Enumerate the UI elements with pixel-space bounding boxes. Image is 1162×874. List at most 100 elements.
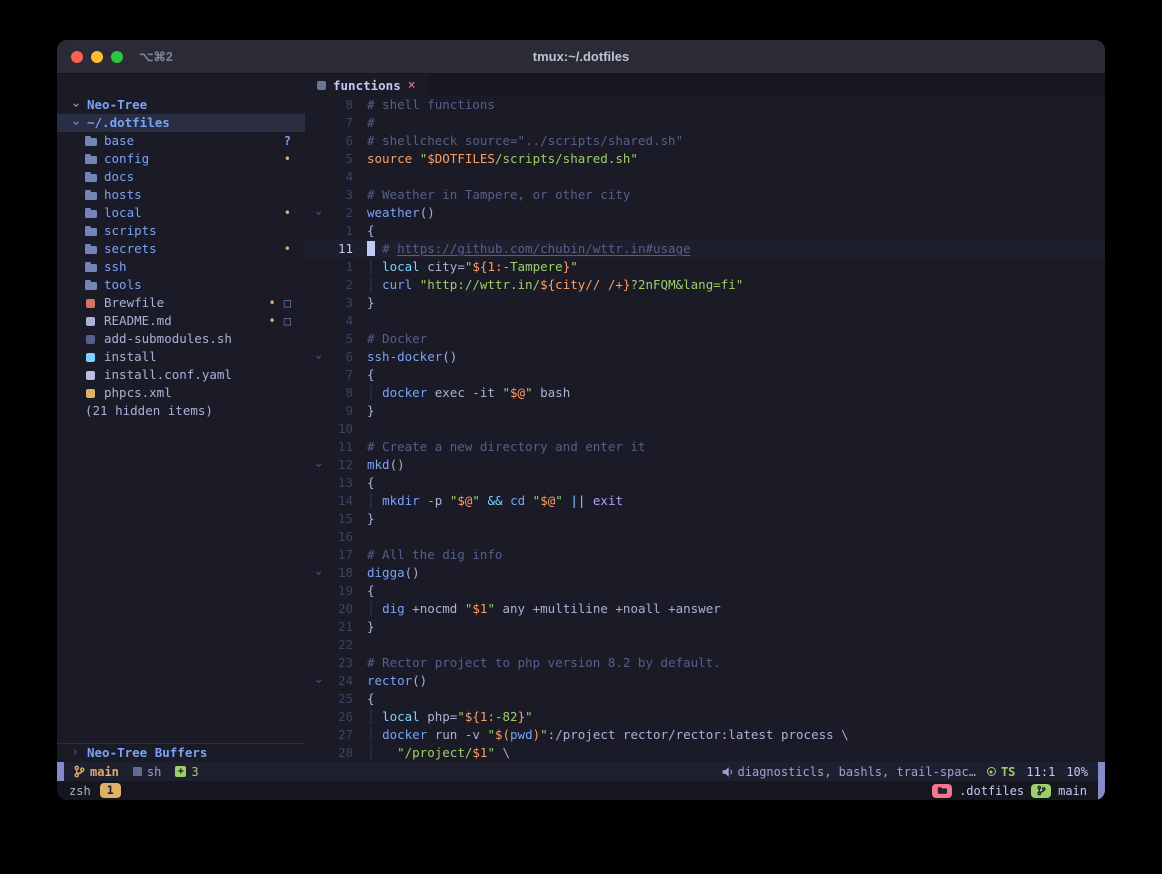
zoom-window-button[interactable]: [111, 51, 123, 63]
fold-column: [311, 132, 327, 150]
tree-item-scripts[interactable]: scripts: [57, 222, 305, 240]
tree-item-install-conf-yaml[interactable]: install.conf.yaml: [57, 366, 305, 384]
code-line[interactable]: 20│ dig +nocmd "$1" any +multiline +noal…: [305, 600, 1105, 618]
code-token: $DOTFILES: [427, 151, 495, 166]
fold-chevron-icon[interactable]: [310, 208, 328, 218]
code-line[interactable]: 17# All the dig info: [305, 546, 1105, 564]
fold-column: [311, 744, 327, 762]
tree-item-add-submodules-sh[interactable]: add-submodules.sh: [57, 330, 305, 348]
code-line[interactable]: 3}: [305, 294, 1105, 312]
code-line[interactable]: 8│ docker exec -it "$@" bash: [305, 384, 1105, 402]
fold-column: [311, 582, 327, 600]
window-titlebar: ⌥⌘2 tmux:~/.dotfiles: [57, 40, 1105, 74]
tab-functions[interactable]: functions ×: [305, 74, 428, 96]
code-line[interactable]: 10: [305, 420, 1105, 438]
code-token: "/project/: [397, 745, 472, 760]
readme-icon: [85, 315, 97, 327]
fold-chevron-icon[interactable]: [310, 460, 328, 470]
code-line[interactable]: 6# shellcheck source="../scripts/shared.…: [305, 132, 1105, 150]
code-line[interactable]: 18digga(): [305, 564, 1105, 582]
tree-item-local[interactable]: local•: [57, 204, 305, 222]
code-line[interactable]: 26│ local php="${1:-82}": [305, 708, 1105, 726]
tree-item-docs[interactable]: docs: [57, 168, 305, 186]
tree-item-brewfile[interactable]: Brewfile•□: [57, 294, 305, 312]
code-line[interactable]: 23# Rector project to php version 8.2 by…: [305, 654, 1105, 672]
tree-item-config[interactable]: config•: [57, 150, 305, 168]
code-line[interactable]: 1│ local city="${1:-Tampere}": [305, 258, 1105, 276]
code-token: cd: [510, 493, 525, 508]
code-token: php=: [420, 709, 458, 724]
fold-chevron-icon[interactable]: [310, 568, 328, 578]
line-text: │ docker run -v "$(pwd)":/project rector…: [353, 726, 849, 744]
code-token: ": [487, 745, 495, 760]
tmux-session-name: zsh: [69, 784, 91, 798]
code-token: ": [457, 709, 465, 724]
fold-chevron-icon[interactable]: [310, 352, 328, 362]
line-text: │ "/project/$1" \: [353, 744, 510, 762]
code-token: (): [420, 205, 435, 220]
code-line[interactable]: 15}: [305, 510, 1105, 528]
statusline-left-cap: [57, 762, 64, 781]
code-line[interactable]: 5source "$DOTFILES/scripts/shared.sh": [305, 150, 1105, 168]
code-line[interactable]: 22: [305, 636, 1105, 654]
lsp-servers-label: diagnosticls, bashls, trail-spac…: [738, 765, 976, 779]
code-line[interactable]: 2weather(): [305, 204, 1105, 222]
tree-item-phpcs-xml[interactable]: phpcs.xml: [57, 384, 305, 402]
line-text: │ local php="${1:-82}": [353, 708, 533, 726]
fold-chevron-icon[interactable]: [310, 676, 328, 686]
neotree-buffers-section[interactable]: Neo-Tree Buffers: [57, 744, 305, 762]
scroll-percent: 10%: [1066, 765, 1088, 779]
code-area[interactable]: 8# shell functions7#6# shellcheck source…: [305, 96, 1105, 762]
code-line[interactable]: 6ssh-docker(): [305, 348, 1105, 366]
line-text: weather(): [353, 204, 435, 222]
code-line[interactable]: 4: [305, 312, 1105, 330]
close-window-button[interactable]: [71, 51, 83, 63]
tree-item-hosts[interactable]: hosts: [57, 186, 305, 204]
code-token: {: [367, 583, 375, 598]
code-line[interactable]: 19{: [305, 582, 1105, 600]
code-line[interactable]: 7{: [305, 366, 1105, 384]
code-line[interactable]: 21}: [305, 618, 1105, 636]
code-line[interactable]: 4: [305, 168, 1105, 186]
code-line[interactable]: 28│ "/project/$1" \: [305, 744, 1105, 762]
code-line[interactable]: 3# Weather in Tampere, or other city: [305, 186, 1105, 204]
line-text: [353, 312, 367, 330]
fold-column: [311, 294, 327, 312]
tmux-window-badge[interactable]: 1: [100, 783, 121, 798]
close-tab-icon[interactable]: ×: [408, 78, 416, 93]
code-line[interactable]: 1{: [305, 222, 1105, 240]
tree-item-secrets[interactable]: secrets•: [57, 240, 305, 258]
tree-item-ssh[interactable]: ssh: [57, 258, 305, 276]
code-line[interactable]: 24rector(): [305, 672, 1105, 690]
tree-item-tools[interactable]: tools: [57, 276, 305, 294]
code-line[interactable]: 2│ curl "http://wttr.in/${city// /+}?2nF…: [305, 276, 1105, 294]
fold-column: [311, 636, 327, 654]
code-line[interactable]: 13{: [305, 474, 1105, 492]
git-branch-segment: main: [74, 765, 119, 779]
tree-item-readme-md[interactable]: README.md•□: [57, 312, 305, 330]
code-line[interactable]: 14│ mkdir -p "$@" && cd "$@" || exit: [305, 492, 1105, 510]
code-line[interactable]: 11# Create a new directory and enter it: [305, 438, 1105, 456]
line-text: rector(): [353, 672, 427, 690]
code-line[interactable]: 12mkd(): [305, 456, 1105, 474]
code-line[interactable]: 16: [305, 528, 1105, 546]
code-token: mkd: [367, 457, 390, 472]
code-token: ${1:-: [472, 259, 510, 274]
traffic-lights: [57, 51, 123, 63]
code-line[interactable]: 25{: [305, 690, 1105, 708]
code-token: weather: [367, 205, 420, 220]
code-line[interactable]: 27│ docker run -v "$(pwd)":/project rect…: [305, 726, 1105, 744]
code-line[interactable]: 9}: [305, 402, 1105, 420]
neotree-header[interactable]: Neo-Tree: [57, 96, 305, 114]
code-line[interactable]: 7#: [305, 114, 1105, 132]
minimize-window-button[interactable]: [91, 51, 103, 63]
window-body: Neo-Tree ~/.dotfiles base?config•docshos…: [57, 74, 1105, 762]
code-line[interactable]: 5# Docker: [305, 330, 1105, 348]
code-line[interactable]: 8# shell functions: [305, 96, 1105, 114]
tree-item-install[interactable]: install: [57, 348, 305, 366]
fold-column: [311, 420, 327, 438]
code-line[interactable]: 11 # https://github.com/chubin/wttr.in#u…: [305, 240, 1105, 258]
tree-item-base[interactable]: base?: [57, 132, 305, 150]
tree-root-item[interactable]: ~/.dotfiles: [57, 114, 305, 132]
code-token: [412, 151, 420, 166]
